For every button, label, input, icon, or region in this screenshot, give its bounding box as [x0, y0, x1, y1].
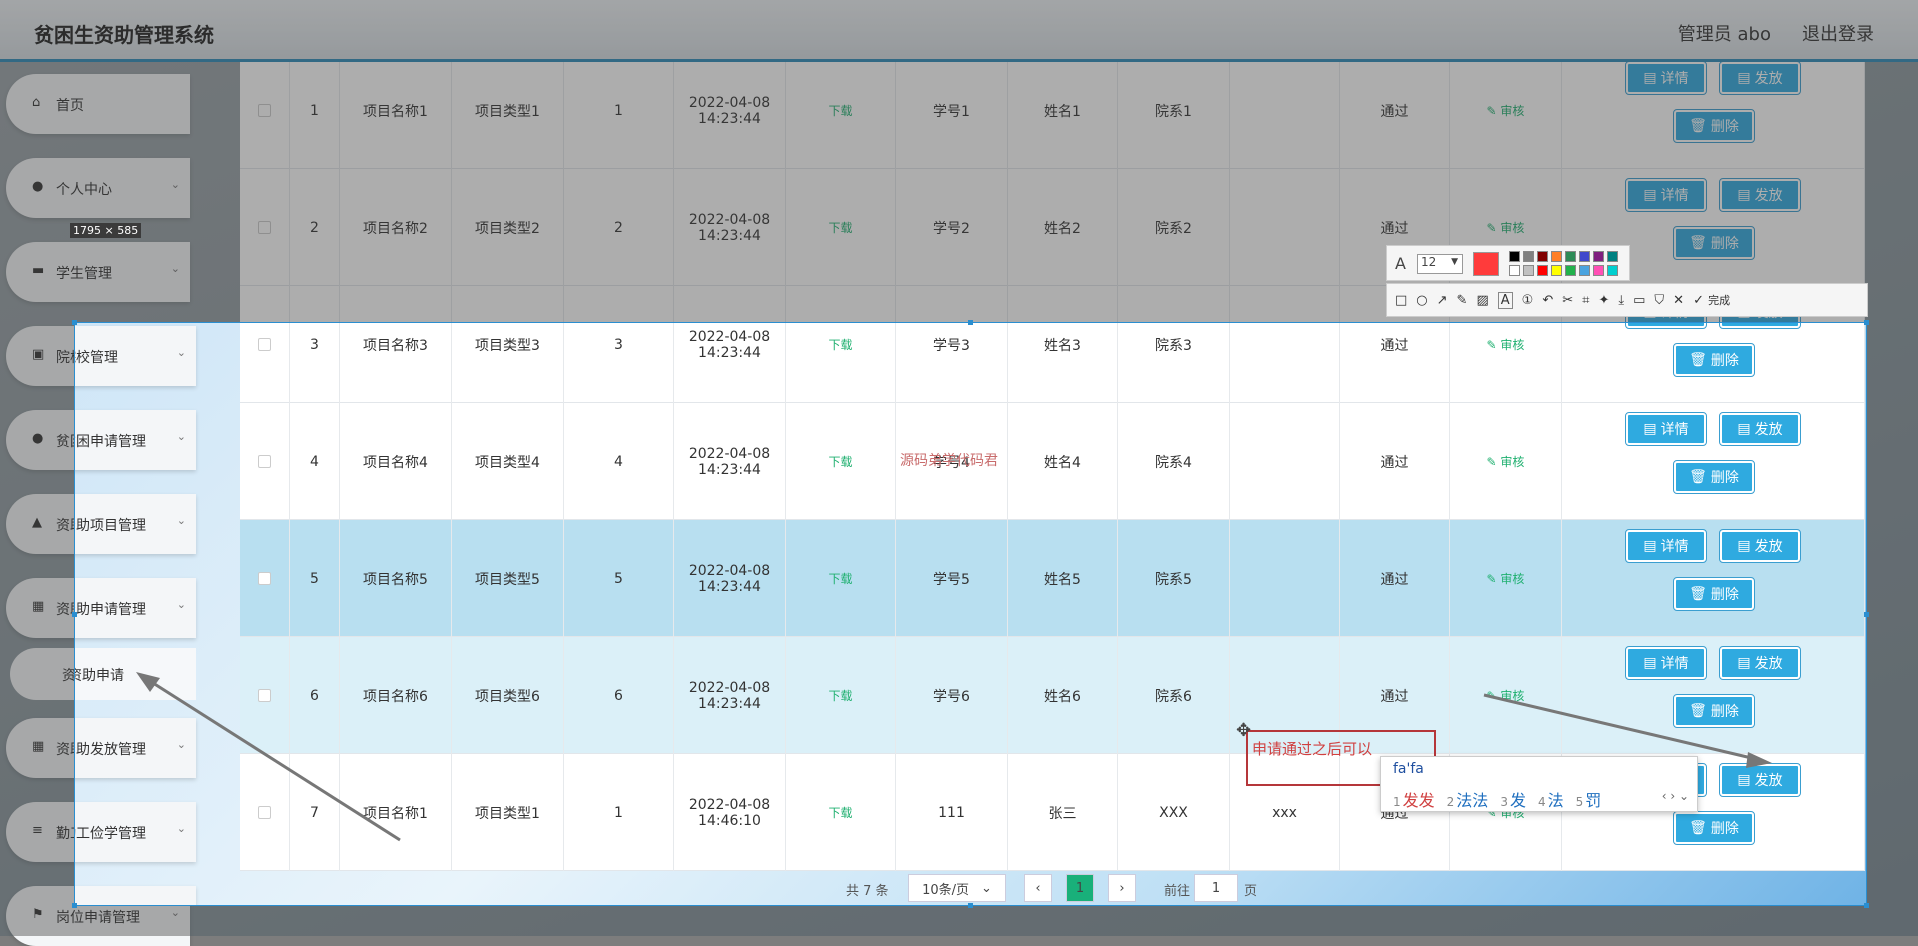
ime-page-nav[interactable]: ‹ › ⌄ [1662, 789, 1689, 803]
ime-input-text: fa'fa [1393, 761, 1424, 777]
ime-candidate[interactable]: 4法 [1538, 787, 1564, 811]
ime-candidate-window[interactable]: fa'fa 1 发发 2 法法 3 发 4 法 5 罚 ‹ › ⌄ [1380, 756, 1698, 812]
arrow-annotation [141, 674, 401, 842]
ime-candidates: 1 发发 2 法法 3 发 4 法 5 罚 [1393, 787, 1601, 811]
arrow-annotation [1483, 693, 1761, 762]
ime-candidate[interactable]: 2 法法 [1447, 787, 1489, 811]
ime-candidate[interactable]: 5罚 [1576, 787, 1602, 811]
arrow-head [136, 672, 160, 692]
arrow-head [1746, 752, 1772, 768]
ime-candidate[interactable]: 1 发发 [1393, 787, 1435, 811]
ime-candidate[interactable]: 3发 [1500, 787, 1526, 811]
